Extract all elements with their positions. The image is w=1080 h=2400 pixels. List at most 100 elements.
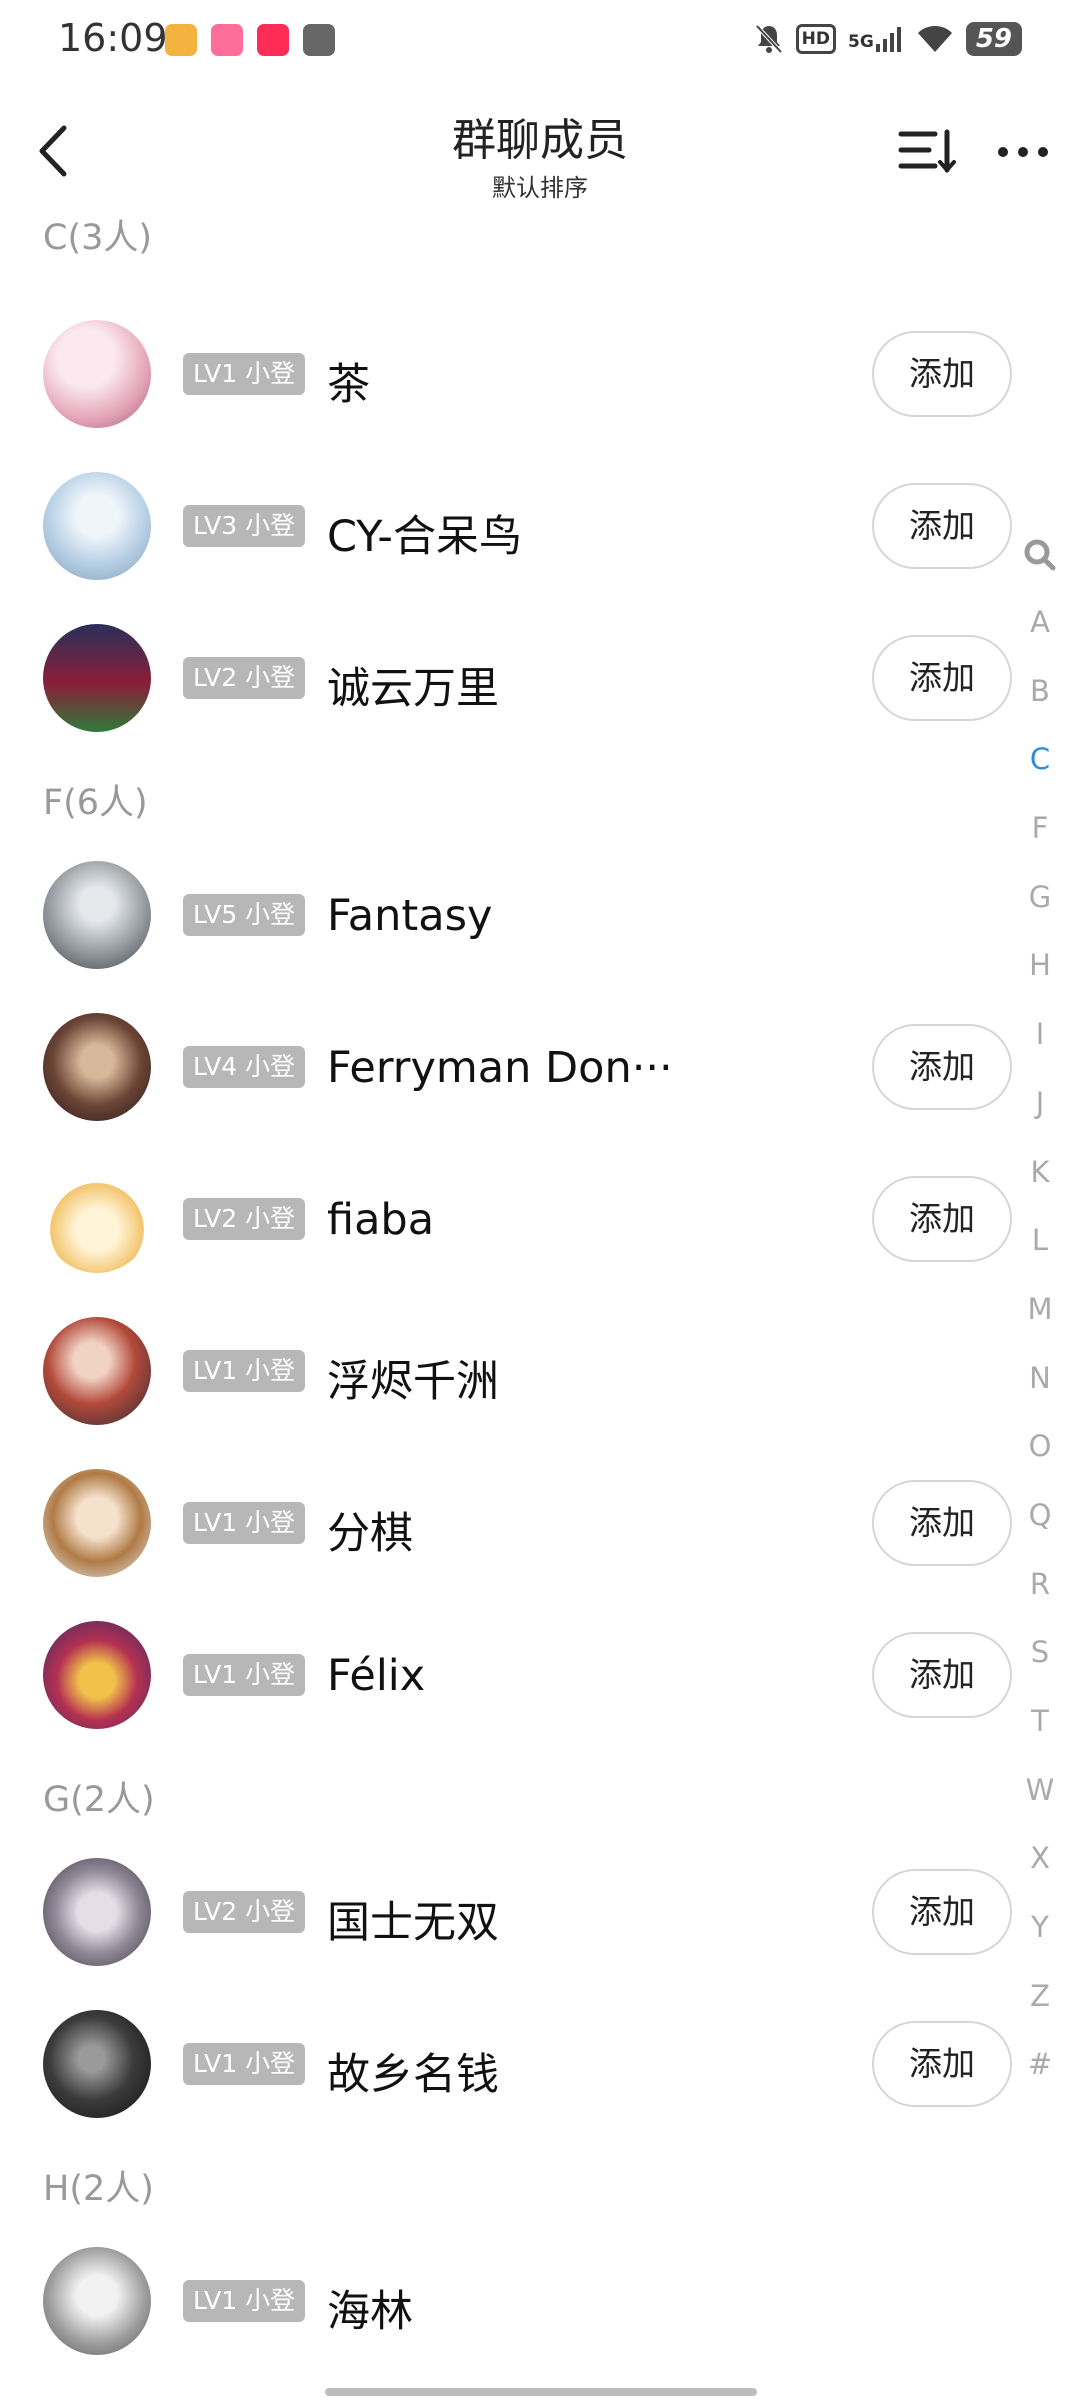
- member-name: 诚云万里: [327, 664, 499, 714]
- sort-icon: [898, 129, 956, 174]
- member-row[interactable]: LV2 小登 国士无双 添加: [0, 1836, 1012, 1988]
- app-notification-icon: [165, 24, 197, 56]
- index-letter[interactable]: O: [1010, 1412, 1070, 1481]
- index-letter[interactable]: H: [1010, 931, 1070, 1000]
- member-name: 分棋: [327, 1509, 413, 1559]
- section-header-h: H(2人): [43, 2169, 154, 2209]
- add-friend-button[interactable]: 添加: [872, 1480, 1012, 1566]
- member-row[interactable]: LV2 小登 fiaba 添加: [0, 1143, 1012, 1295]
- index-letter[interactable]: B: [1010, 657, 1070, 726]
- index-letter[interactable]: X: [1010, 1824, 1070, 1893]
- hd-badge: HD: [795, 24, 837, 54]
- avatar[interactable]: [43, 1621, 151, 1729]
- status-time: 16:09: [58, 16, 168, 60]
- level-badge: LV2 小登: [183, 1198, 306, 1240]
- mail-icon: [303, 24, 335, 56]
- level-badge: LV1 小登: [183, 353, 306, 395]
- add-friend-button[interactable]: 添加: [872, 1024, 1012, 1110]
- index-letter[interactable]: M: [1010, 1275, 1070, 1344]
- index-letter[interactable]: S: [1010, 1618, 1070, 1687]
- member-name: 茶: [327, 360, 370, 410]
- section-header-g: G(2人): [43, 1780, 155, 1820]
- member-name: 海林: [327, 2287, 413, 2337]
- index-letter[interactable]: G: [1010, 863, 1070, 932]
- index-letter[interactable]: I: [1010, 1000, 1070, 1069]
- index-letter[interactable]: T: [1010, 1687, 1070, 1756]
- more-icon: [998, 147, 1048, 157]
- avatar[interactable]: [43, 2247, 151, 2355]
- member-row[interactable]: LV5 小登 Fantasy: [0, 839, 1000, 991]
- member-row[interactable]: LV1 小登 Félix 添加: [0, 1599, 1012, 1751]
- add-friend-button[interactable]: 添加: [872, 483, 1012, 569]
- index-letter[interactable]: C: [1010, 725, 1070, 794]
- member-name: CY-合呆鸟: [327, 512, 522, 562]
- level-badge: LV1 小登: [183, 1350, 306, 1392]
- battery-icon: 59: [965, 22, 1022, 56]
- add-friend-button[interactable]: 添加: [872, 635, 1012, 721]
- index-search[interactable]: [1010, 538, 1070, 588]
- add-friend-button[interactable]: 添加: [872, 2021, 1012, 2107]
- avatar[interactable]: [43, 1013, 151, 1121]
- member-name: Fantasy: [327, 891, 493, 941]
- member-row[interactable]: LV1 小登 故乡名钱 添加: [0, 1988, 1012, 2140]
- app-notification-icon: [211, 24, 243, 56]
- index-letter[interactable]: Q: [1010, 1481, 1070, 1550]
- member-list[interactable]: C(3人) LV1 小登 茶 添加 LV3 小登 CY-合呆鸟 添加 LV2 小…: [0, 212, 1012, 2377]
- member-row[interactable]: LV1 小登 海林: [0, 2225, 1000, 2377]
- status-right: HD 5G 59: [754, 22, 1022, 56]
- avatar[interactable]: [43, 2010, 151, 2118]
- avatar[interactable]: [43, 1469, 151, 1577]
- avatar[interactable]: [43, 320, 151, 428]
- level-badge: LV2 小登: [183, 657, 306, 699]
- index-letter[interactable]: L: [1010, 1206, 1070, 1275]
- wifi-icon: [917, 25, 952, 52]
- avatar[interactable]: [43, 1317, 151, 1425]
- avatar[interactable]: [43, 1165, 151, 1273]
- index-letter[interactable]: #: [1010, 2030, 1070, 2099]
- member-name: 故乡名钱: [327, 2050, 499, 2100]
- index-letter[interactable]: N: [1010, 1344, 1070, 1413]
- index-letters[interactable]: A B C F G H I J K L M N O Q R S T W X Y Z #: [1010, 588, 1070, 2099]
- network-type: 5G: [848, 26, 904, 52]
- signal-icon: [875, 27, 901, 52]
- sort-button[interactable]: [895, 122, 961, 182]
- more-button[interactable]: [995, 122, 1055, 182]
- member-name: 浮烬千洲: [327, 1357, 499, 1407]
- avatar[interactable]: [43, 472, 151, 580]
- index-letter[interactable]: W: [1010, 1756, 1070, 1825]
- index-letter[interactable]: K: [1010, 1138, 1070, 1207]
- index-letter[interactable]: F: [1010, 794, 1070, 863]
- avatar[interactable]: [43, 861, 151, 969]
- level-badge: LV1 小登: [183, 1654, 306, 1696]
- level-badge: LV1 小登: [183, 1502, 306, 1544]
- add-friend-button[interactable]: 添加: [872, 1632, 1012, 1718]
- index-letter[interactable]: Y: [1010, 1893, 1070, 1962]
- index-letter[interactable]: J: [1010, 1069, 1070, 1138]
- header: 群聊成员 默认排序: [0, 82, 1080, 212]
- member-row[interactable]: LV1 小登 分棋 添加: [0, 1447, 1012, 1599]
- add-friend-button[interactable]: 添加: [872, 331, 1012, 417]
- index-letter[interactable]: A: [1010, 588, 1070, 657]
- member-name: Félix: [327, 1651, 426, 1701]
- index-letter[interactable]: R: [1010, 1550, 1070, 1619]
- member-row[interactable]: LV3 小登 CY-合呆鸟 添加: [0, 450, 1012, 602]
- alphabet-index-bar[interactable]: A B C F G H I J K L M N O Q R S T W X Y Z #: [1010, 538, 1070, 2099]
- level-badge: LV3 小登: [183, 505, 306, 547]
- search-icon: [1024, 539, 1056, 571]
- level-badge: LV1 小登: [183, 2280, 306, 2322]
- notification-icons: [165, 24, 335, 56]
- avatar[interactable]: [43, 624, 151, 732]
- home-indicator: [325, 2388, 757, 2396]
- add-friend-button[interactable]: 添加: [872, 1176, 1012, 1262]
- add-friend-button[interactable]: 添加: [872, 1869, 1012, 1955]
- member-row[interactable]: LV2 小登 诚云万里 添加: [0, 602, 1012, 754]
- member-row[interactable]: LV4 小登 Ferryman Don··· 添加: [0, 991, 1012, 1143]
- avatar[interactable]: [43, 1858, 151, 1966]
- index-letter[interactable]: Z: [1010, 1962, 1070, 2031]
- member-name: Ferryman Don···: [327, 1043, 673, 1093]
- level-badge: LV4 小登: [183, 1046, 306, 1088]
- app-notification-icon: [257, 24, 289, 56]
- member-row[interactable]: LV1 小登 茶 添加: [0, 298, 1012, 450]
- member-name: fiaba: [327, 1195, 435, 1245]
- member-row[interactable]: LV1 小登 浮烬千洲: [0, 1295, 1000, 1447]
